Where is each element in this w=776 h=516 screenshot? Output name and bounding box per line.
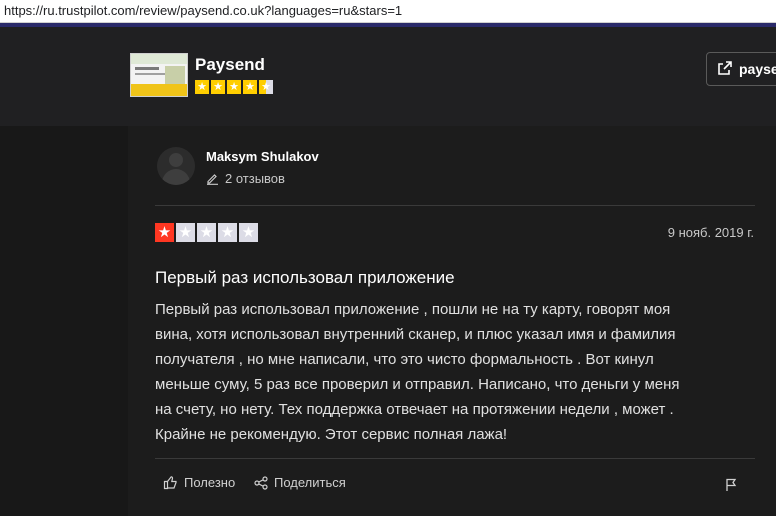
review-rating-stars: ★ ★ ★ ★ ★ bbox=[155, 223, 258, 242]
company-logo-thumbnail[interactable] bbox=[130, 53, 188, 97]
flag-icon[interactable] bbox=[724, 478, 738, 492]
address-bar[interactable]: https://ru.trustpilot.com/review/paysend… bbox=[0, 0, 776, 23]
share-icon bbox=[254, 475, 268, 490]
review-text: Первый раз использовал приложение , пошл… bbox=[155, 297, 760, 447]
useful-button[interactable]: Полезно bbox=[163, 475, 235, 490]
reviews-count-text: 2 отзывов bbox=[225, 171, 285, 186]
star-icon: ★ bbox=[197, 223, 216, 242]
review-date: 9 нояб. 2019 г. bbox=[667, 225, 754, 240]
pencil-icon bbox=[206, 172, 219, 185]
share-button[interactable]: Поделиться bbox=[254, 475, 346, 490]
avatar[interactable] bbox=[157, 147, 195, 185]
thumbs-up-icon bbox=[163, 475, 178, 490]
external-link-icon bbox=[717, 60, 733, 76]
reviewer-reviews-count: 2 отзывов bbox=[206, 171, 285, 186]
divider bbox=[155, 205, 755, 206]
review-title[interactable]: Первый раз использовал приложение bbox=[155, 268, 455, 288]
divider bbox=[155, 458, 755, 459]
review-line: Крайне не рекомендую. Этот сервис полная… bbox=[155, 426, 508, 443]
company-header bbox=[0, 27, 776, 126]
left-panel bbox=[0, 126, 128, 516]
visit-website-button[interactable]: paysend bbox=[706, 52, 776, 86]
useful-label: Полезно bbox=[184, 475, 236, 490]
review-actions: Полезно Поделиться bbox=[155, 475, 755, 497]
company-trust-stars: ★ ★ ★ ★ ★ bbox=[195, 80, 273, 94]
reviewer-name[interactable]: Maksym Shulakov bbox=[206, 149, 319, 164]
company-name[interactable]: Paysend bbox=[195, 55, 265, 75]
review-line: меньше суму, 5 раз все проверил и отправ… bbox=[155, 376, 680, 393]
review-line: вина, хотя использовал внутренний сканер… bbox=[155, 326, 676, 343]
review-line: получателя , но мне написали, что это чи… bbox=[155, 351, 654, 368]
star-icon: ★ bbox=[176, 223, 195, 242]
visit-website-label: paysend bbox=[739, 61, 776, 77]
share-label: Поделиться bbox=[274, 475, 346, 490]
star-icon: ★ bbox=[243, 80, 257, 94]
url-text[interactable]: https://ru.trustpilot.com/review/paysend… bbox=[4, 3, 402, 18]
star-icon: ★ bbox=[218, 223, 237, 242]
star-icon: ★ bbox=[259, 80, 273, 94]
star-icon: ★ bbox=[195, 80, 209, 94]
review-line: Первый раз использовал приложение , пошл… bbox=[155, 301, 671, 318]
star-icon: ★ bbox=[227, 80, 241, 94]
star-icon: ★ bbox=[239, 223, 258, 242]
star-icon: ★ bbox=[155, 223, 174, 242]
review-line: на счету, но нету. Тех поддержка отвечае… bbox=[155, 401, 674, 418]
star-icon: ★ bbox=[211, 80, 225, 94]
